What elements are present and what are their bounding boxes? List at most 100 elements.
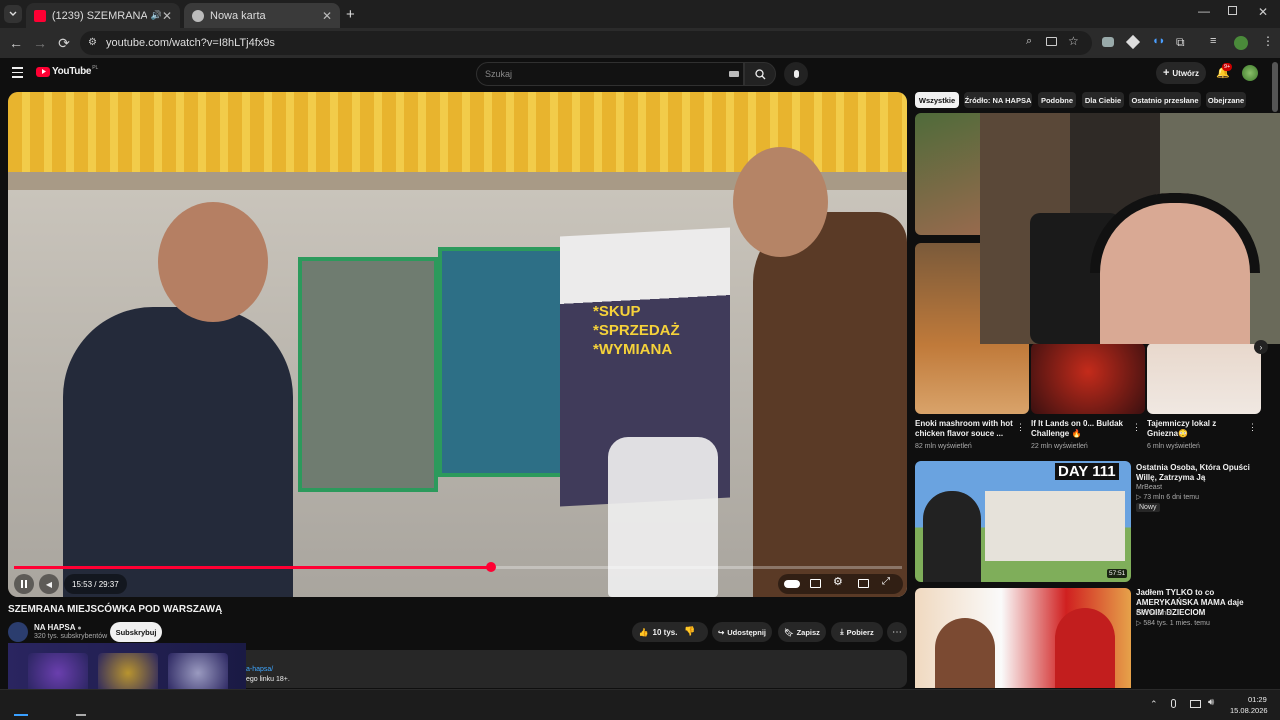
extensions-puzzle-icon[interactable]: ⧉ (1176, 35, 1185, 50)
short-views-2: 22 mln wyświetleń (1031, 443, 1088, 450)
chip-recent[interactable]: Ostatnio przesłane (1129, 92, 1201, 108)
fullscreen-icon[interactable]: ⤢ (882, 576, 890, 587)
zoom-icon[interactable]: ⌕ (1026, 35, 1032, 48)
forward-icon[interactable]: → (28, 31, 52, 55)
menu-kebab-icon[interactable]: ⋮ (1262, 34, 1274, 48)
rec-channel-1[interactable]: MrBeast (1136, 484, 1162, 491)
subscribe-button[interactable]: Subskrybuj (110, 622, 162, 642)
video-frame-window (438, 247, 578, 477)
rec-thumbnail-1[interactable]: DAY 111 57:51 (915, 461, 1131, 582)
hamburger-menu-icon[interactable] (12, 67, 23, 78)
search-button[interactable] (744, 62, 776, 86)
back-icon[interactable]: ← (4, 31, 28, 55)
verified-badge-icon: ● (77, 625, 82, 632)
download-icon: ⤓ (840, 627, 844, 636)
clock-date[interactable]: 15.08.2026 (1230, 706, 1268, 715)
chip-source[interactable]: Źródło: NA HAPSA (964, 92, 1032, 108)
subtitles-icon[interactable] (810, 579, 821, 588)
share-button[interactable]: ↪ Udostępnij (712, 622, 772, 642)
tab-youtube[interactable]: (1239) SZEMRANA MIEJSCO 🔊 ✕ (26, 3, 180, 28)
extension-icon[interactable] (1102, 37, 1114, 47)
create-button[interactable]: + Utwórz (1156, 62, 1206, 84)
volume-button[interactable]: ◀ (39, 574, 59, 594)
volume-icon: ◀ (45, 579, 53, 589)
chip-all[interactable]: Wszystkie (915, 92, 959, 108)
chip-recent-label: Ostatnio przesłane (1131, 95, 1199, 105)
skin-card-1 (28, 653, 88, 693)
tab-search-icon[interactable] (4, 5, 22, 23)
youtube-logo[interactable]: YouTube PL (36, 65, 98, 77)
site-info-icon[interactable]: ⚙ (88, 37, 97, 48)
channel-name[interactable]: NA HAPSA ● (34, 623, 82, 632)
description-link[interactable]: a-hapsa/ (246, 666, 273, 673)
pause-button[interactable] (14, 574, 34, 594)
clock-time[interactable]: 01:29 (1248, 695, 1267, 704)
reload-icon[interactable]: ⟳ (52, 31, 76, 55)
settings-gear-icon[interactable]: ⚙ (833, 575, 843, 588)
close-tab-icon[interactable]: ✕ (162, 9, 172, 23)
channel-avatar[interactable] (8, 622, 28, 642)
save-button[interactable]: 🔖︎ Zapisz (778, 622, 826, 642)
progress-scrubber[interactable] (485, 562, 496, 572)
shorts-thumbnail-3[interactable] (1147, 343, 1261, 414)
short-title-3[interactable]: Tajemniczy lokal z Gniezna😳 (1147, 419, 1237, 439)
thumbs-up-icon: 👍 (638, 627, 649, 637)
tab-new-label: Nowa karta (210, 9, 266, 22)
chip-watched[interactable]: Obejrzane (1206, 92, 1246, 108)
address-bar[interactable]: ⚙ youtube.com/watch?v=I8hLTj4fx9s ⌕ ☆ (80, 31, 1092, 55)
rec-thumbnail-2[interactable] (915, 588, 1131, 688)
restore-icon[interactable] (1228, 6, 1237, 15)
dislike-button[interactable]: 👎 (684, 626, 695, 637)
short-menu-icon[interactable]: ⋮ (1016, 422, 1025, 433)
short-menu-icon[interactable]: ⋮ (1248, 422, 1257, 433)
bookmark-star-icon[interactable]: ☆ (1068, 34, 1079, 48)
display-tray-icon[interactable] (1190, 700, 1201, 708)
short-title-1[interactable]: Enoki mashroom with hot chicken flavor s… (915, 419, 1013, 439)
chip-for-you-label: Dla Ciebie (1084, 95, 1122, 105)
download-button[interactable]: ⤓ Pobierz (831, 622, 883, 642)
video-player[interactable]: *SKUP *SPRZEDAŻ *WYMIANA ◀ 15:53 / 29:37 ⚙… (8, 92, 907, 597)
speaker-icon[interactable]: 🔊 (151, 10, 162, 21)
subscriber-count: 320 tys. subskrybentów (34, 633, 108, 640)
like-count: 10 tys. (652, 627, 678, 637)
media-control-icon[interactable]: ≡ (1210, 35, 1216, 47)
webcam-overlay (980, 113, 1280, 344)
tab-new[interactable]: Nowa karta ✕ (184, 3, 340, 28)
close-window-icon[interactable]: ✕ (1258, 5, 1268, 19)
chip-source-label: Źródło: NA HAPSA (964, 95, 1032, 105)
page-scrollbar[interactable] (1272, 62, 1278, 112)
extension-icon[interactable]: ◖◗ (1152, 35, 1165, 47)
share-icon: ↪ (717, 627, 725, 637)
like-button[interactable]: 👍 10 tys. (632, 622, 684, 642)
extension-icon[interactable] (1125, 34, 1141, 50)
short-title-2[interactable]: If It Lands on 0... Buldak Challenge 🔥 (1031, 419, 1129, 439)
chevron-up-icon[interactable]: ⌃ (1150, 699, 1158, 710)
chip-for-you[interactable]: Dla Ciebie (1082, 92, 1124, 108)
keyboard-icon[interactable] (729, 71, 739, 77)
search-input[interactable]: Szukaj (476, 62, 744, 86)
profile-avatar[interactable] (1234, 36, 1248, 50)
progress-played (14, 566, 491, 569)
shorts-thumbnail-2[interactable] (1031, 343, 1145, 414)
plus-icon: + (1162, 67, 1170, 79)
cast-icon[interactable] (1046, 37, 1057, 46)
minimize-icon[interactable]: — (1198, 4, 1210, 18)
chip-watched-label: Obejrzane (1207, 95, 1245, 105)
rec-title-1[interactable]: Ostatnia Osoba, Która Opuści Willę, Zatr… (1136, 463, 1254, 483)
close-tab-icon[interactable]: ✕ (322, 9, 332, 23)
volume-tray-icon[interactable]: 🔊︎ (1208, 697, 1214, 708)
chip-similar[interactable]: Podobne (1038, 92, 1076, 108)
autoplay-toggle[interactable] (784, 580, 800, 588)
account-avatar[interactable] (1242, 65, 1258, 81)
youtube-masthead: YouTube PL Szukaj + Utwórz 🔔 9+ (0, 58, 1280, 90)
voice-search-button[interactable] (784, 62, 808, 86)
rec-channel-2[interactable]: BFYM Chef (1136, 610, 1172, 617)
more-actions-button[interactable]: ⋯ (887, 622, 907, 642)
skin-card-3 (168, 653, 228, 693)
short-menu-icon[interactable]: ⋮ (1132, 422, 1141, 433)
notification-count-badge: 9+ (1222, 63, 1233, 71)
shelf-next-icon[interactable]: › (1254, 340, 1268, 354)
new-tab-icon[interactable]: + (346, 6, 355, 23)
microphone-tray-icon[interactable] (1171, 699, 1176, 708)
miniplayer-icon[interactable] (858, 579, 869, 588)
